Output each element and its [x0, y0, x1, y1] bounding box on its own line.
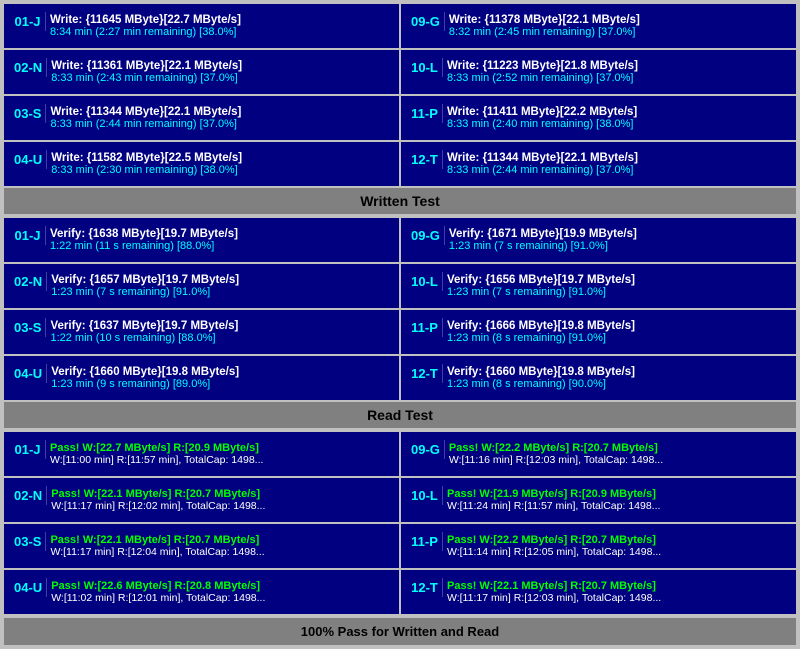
drive-id: 10-L	[407, 58, 443, 77]
main-container: 01-J Write: {11645 MByte}[22.7 MByte/s] …	[0, 0, 800, 649]
verify-cell-10-l: 10-L Verify: {1656 MByte}[19.7 MByte/s] …	[401, 264, 796, 308]
drive-id: 12-T	[407, 364, 443, 383]
drive-id: 02-N	[10, 58, 47, 77]
verify-test-section: 01-J Verify: {1638 MByte}[19.7 MByte/s] …	[4, 218, 796, 428]
pass-cell-10-l: 10-L Pass! W:[21.9 MByte/s] R:[20.9 MByt…	[401, 478, 796, 522]
drive-id: 04-U	[10, 364, 47, 383]
drive-id: 01-J	[10, 12, 46, 31]
write-test-grid: 01-J Write: {11645 MByte}[22.7 MByte/s] …	[4, 4, 796, 186]
pass-cell-12-t: 12-T Pass! W:[22.1 MByte/s] R:[20.7 MByt…	[401, 570, 796, 614]
verify-cell-09-g: 09-G Verify: {1671 MByte}[19.9 MByte/s] …	[401, 218, 796, 262]
written-test-header: Written Test	[4, 188, 796, 214]
pass-cell-01-j: 01-J Pass! W:[22.7 MByte/s] R:[20.9 MByt…	[4, 432, 399, 476]
verify-cell-11-p: 11-P Verify: {1666 MByte}[19.8 MByte/s] …	[401, 310, 796, 354]
drive-id: 01-J	[10, 440, 46, 459]
drive-id: 09-G	[407, 12, 445, 31]
read-test-grid: 01-J Pass! W:[22.7 MByte/s] R:[20.9 MByt…	[4, 432, 796, 614]
drive-id: 03-S	[10, 104, 46, 123]
verify-test-grid: 01-J Verify: {1638 MByte}[19.7 MByte/s] …	[4, 218, 796, 400]
drive-id: 09-G	[407, 226, 445, 245]
pass-cell-09-g: 09-G Pass! W:[22.2 MByte/s] R:[20.7 MByt…	[401, 432, 796, 476]
pass-cell-03-s: 03-S Pass! W:[22.1 MByte/s] R:[20.7 MByt…	[4, 524, 399, 568]
verify-cell-03-s: 03-S Verify: {1637 MByte}[19.7 MByte/s] …	[4, 310, 399, 354]
verify-cell-02-n: 02-N Verify: {1657 MByte}[19.7 MByte/s] …	[4, 264, 399, 308]
write-cell-03-s: 03-S Write: {11344 MByte}[22.1 MByte/s] …	[4, 96, 399, 140]
read-test-section: 01-J Pass! W:[22.7 MByte/s] R:[20.9 MByt…	[4, 432, 796, 614]
verify-cell-04-u: 04-U Verify: {1660 MByte}[19.8 MByte/s] …	[4, 356, 399, 400]
drive-id: 11-P	[407, 532, 443, 551]
write-cell-10-l: 10-L Write: {11223 MByte}[21.8 MByte/s] …	[401, 50, 796, 94]
drive-id: 12-T	[407, 578, 443, 597]
write-cell-11-p: 11-P Write: {11411 MByte}[22.2 MByte/s] …	[401, 96, 796, 140]
drive-id: 12-T	[407, 150, 443, 169]
verify-cell-01-j: 01-J Verify: {1638 MByte}[19.7 MByte/s] …	[4, 218, 399, 262]
write-cell-01-j: 01-J Write: {11645 MByte}[22.7 MByte/s] …	[4, 4, 399, 48]
drive-id: 10-L	[407, 272, 443, 291]
write-cell-04-u: 04-U Write: {11582 MByte}[22.5 MByte/s] …	[4, 142, 399, 186]
drive-id: 04-U	[10, 150, 47, 169]
drive-id: 01-J	[10, 226, 46, 245]
drive-id: 09-G	[407, 440, 445, 459]
drive-id: 03-S	[10, 532, 46, 551]
drive-id: 10-L	[407, 486, 443, 505]
drive-id: 02-N	[10, 272, 47, 291]
write-cell-02-n: 02-N Write: {11361 MByte}[22.1 MByte/s] …	[4, 50, 399, 94]
verify-cell-12-t: 12-T Verify: {1660 MByte}[19.8 MByte/s] …	[401, 356, 796, 400]
pass-cell-02-n: 02-N Pass! W:[22.1 MByte/s] R:[20.7 MByt…	[4, 478, 399, 522]
drive-id: 11-P	[407, 104, 443, 123]
drive-id: 11-P	[407, 318, 443, 337]
read-test-header: Read Test	[4, 402, 796, 428]
write-cell-09-g: 09-G Write: {11378 MByte}[22.1 MByte/s] …	[401, 4, 796, 48]
drive-id: 03-S	[10, 318, 46, 337]
footer-status: 100% Pass for Written and Read	[4, 618, 796, 645]
write-test-section: 01-J Write: {11645 MByte}[22.7 MByte/s] …	[4, 4, 796, 214]
write-cell-12-t: 12-T Write: {11344 MByte}[22.1 MByte/s] …	[401, 142, 796, 186]
pass-cell-04-u: 04-U Pass! W:[22.6 MByte/s] R:[20.8 MByt…	[4, 570, 399, 614]
pass-cell-11-p: 11-P Pass! W:[22.2 MByte/s] R:[20.7 MByt…	[401, 524, 796, 568]
drive-id: 02-N	[10, 486, 47, 505]
drive-id: 04-U	[10, 578, 47, 597]
